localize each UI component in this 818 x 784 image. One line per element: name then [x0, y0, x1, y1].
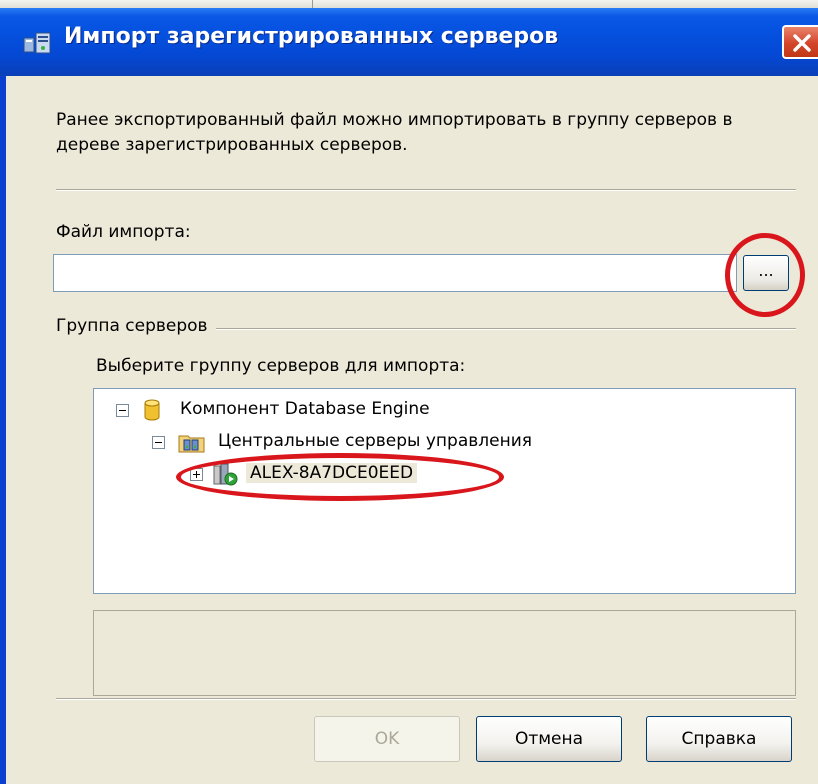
- server-group-tree[interactable]: Компонент Database Engine Центральные се…: [93, 388, 796, 594]
- group-legend-line: [206, 328, 796, 330]
- tree-node-label: Центральные серверы управления: [218, 431, 532, 451]
- close-button[interactable]: [782, 25, 818, 59]
- tree-node-database-engine[interactable]: Компонент Database Engine: [94, 397, 794, 423]
- divider-top: [56, 189, 796, 191]
- annotation-circle-browse: [725, 233, 805, 317]
- collapse-icon[interactable]: [152, 436, 165, 449]
- info-panel: [93, 610, 796, 696]
- database-cylinder-icon: [140, 398, 164, 422]
- file-import-input[interactable]: [53, 254, 737, 292]
- import-registered-servers-dialog: Импорт зарегистрированных серверов Ранее…: [0, 8, 818, 784]
- server-group-folder-icon: [178, 430, 205, 454]
- server-group-prompt: Выберите группу серверов для импорта:: [96, 356, 466, 376]
- collapse-icon[interactable]: [116, 404, 129, 417]
- registered-servers-icon: [22, 30, 58, 56]
- annotation-circle-server: [176, 453, 504, 501]
- cancel-button[interactable]: Отмена: [476, 716, 622, 762]
- close-icon: [793, 34, 811, 52]
- file-import-label: Файл импорта:: [56, 222, 191, 242]
- ok-button[interactable]: OK: [314, 716, 460, 762]
- server-group-legend: Группа серверов: [56, 316, 216, 336]
- tree-node-label: Компонент Database Engine: [180, 399, 430, 419]
- help-button[interactable]: Справка: [646, 716, 792, 762]
- description-text: Ранее экспортированный файл можно импорт…: [56, 110, 733, 155]
- dialog-title: Импорт зарегистрированных серверов: [64, 24, 559, 49]
- title-bar[interactable]: Импорт зарегистрированных серверов: [0, 8, 818, 76]
- divider-bottom: [56, 698, 796, 700]
- dialog-body: Ранее экспортированный файл можно импорт…: [6, 76, 818, 784]
- tree-node-central-servers[interactable]: Центральные серверы управления: [94, 429, 794, 455]
